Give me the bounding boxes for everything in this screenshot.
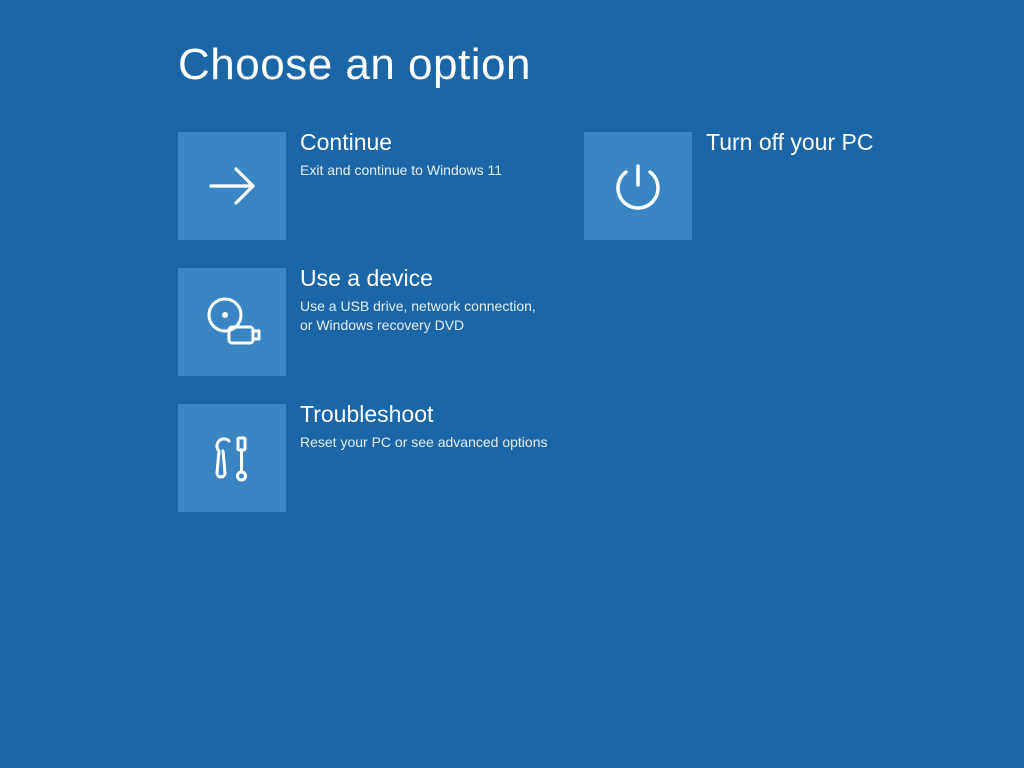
continue-desc: Exit and continue to Windows 11 (300, 161, 502, 180)
options-column-right: Turn off your PC (584, 132, 964, 512)
troubleshoot-title: Troubleshoot (300, 402, 547, 427)
use-device-tile[interactable]: Use a device Use a USB drive, network co… (178, 268, 558, 376)
turn-off-tile-text: Turn off your PC (692, 132, 873, 240)
troubleshoot-tile-text: Troubleshoot Reset your PC or see advanc… (286, 404, 547, 512)
use-device-tile-text: Use a device Use a USB drive, network co… (286, 268, 550, 376)
options-columns: Continue Exit and continue to Windows 11… (178, 132, 1024, 512)
page-title: Choose an option (178, 40, 1024, 90)
power-icon (584, 132, 692, 240)
arrow-right-icon (178, 132, 286, 240)
continue-tile[interactable]: Continue Exit and continue to Windows 11 (178, 132, 558, 240)
continue-title: Continue (300, 130, 502, 155)
use-device-title: Use a device (300, 266, 550, 291)
disc-usb-icon (178, 268, 286, 376)
winre-choose-option-screen: Choose an option Continue Exit and conti… (0, 0, 1024, 768)
continue-tile-text: Continue Exit and continue to Windows 11 (286, 132, 502, 240)
troubleshoot-desc: Reset your PC or see advanced options (300, 433, 547, 452)
tools-icon (178, 404, 286, 512)
troubleshoot-tile[interactable]: Troubleshoot Reset your PC or see advanc… (178, 404, 558, 512)
turn-off-title: Turn off your PC (706, 130, 873, 155)
options-column-left: Continue Exit and continue to Windows 11… (178, 132, 558, 512)
use-device-desc: Use a USB drive, network connection, or … (300, 297, 550, 335)
turn-off-tile[interactable]: Turn off your PC (584, 132, 964, 240)
